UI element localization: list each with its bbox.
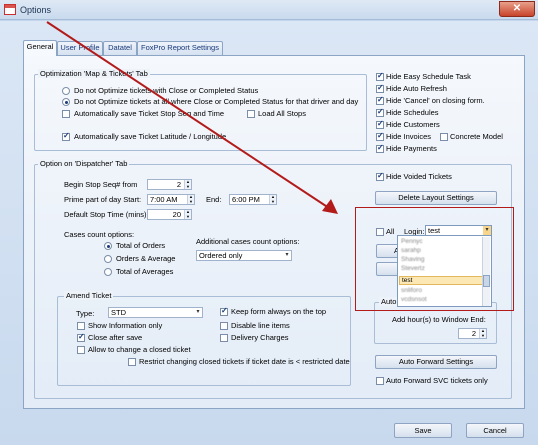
cases-radio-total-averages-label: Total of Averages [116,267,174,276]
cases-radio-total-orders[interactable] [104,242,112,250]
begin-stop-input[interactable]: 2 ▲ ▼ [147,179,192,190]
default-stop-input[interactable]: 20 ▲ ▼ [147,209,192,220]
keep-on-top-checkbox[interactable] [220,306,228,316]
prime-start-spinner[interactable]: ▲ ▼ [187,195,194,204]
additional-cases-select[interactable]: Ordered only ▾ [196,250,292,261]
cases-radio-orders-average-label: Orders & Average [116,254,176,263]
disable-line-items-checkbox[interactable] [220,322,228,330]
hide-easy-schedule-checkbox[interactable] [376,71,384,81]
cases-radio-orders-average[interactable] [104,255,112,263]
cases-count-label: Cases count options: [64,230,135,239]
default-stop-spinner[interactable]: ▲ ▼ [184,210,191,219]
hide-cancel-checkbox[interactable] [376,95,384,105]
hide-invoices-label: Hide Invoices [386,132,432,141]
load-all-stops-label: Load All Stops [258,109,306,118]
auto-save-stop-checkbox[interactable] [62,110,70,118]
hide-easy-schedule-label: Hide Easy Schedule Task [386,72,471,81]
annotation-highlight-box [355,207,514,311]
optimization-group-title: Optimization 'Map & Tickets' Tab [38,69,150,78]
optimize-radio-1[interactable] [62,87,70,95]
optimize-radio-1-label: Do not Optimize tickets with Close or Co… [74,86,259,95]
auto-save-stop-label: Automatically save Ticket Stop Seq and T… [74,109,225,118]
hide-schedules-label: Hide Schedules [386,108,439,117]
tab-general[interactable]: General [23,40,57,56]
allow-change-closed-checkbox[interactable] [77,346,85,354]
amend-type-label: Type: [76,309,95,318]
amend-type-value: STD [111,308,126,317]
add-hours-label: Add hour(s) to Window End: [392,315,486,324]
prime-start-input[interactable]: 7:00 AM ▲ ▼ [147,194,195,205]
window-title: Options [20,5,52,15]
cases-radio-total-averages[interactable] [104,268,112,276]
show-info-label: Show Information only [88,321,163,330]
title-bar: Options ✕ [0,0,538,20]
add-hours-spinner[interactable]: ▲ ▼ [479,329,486,338]
prime-end-label: End: [206,195,222,204]
additional-cases-label: Additional cases count options: [196,237,300,246]
close-button[interactable]: ✕ [499,1,535,17]
hide-voided-label: Hide Voided Tickets [386,172,452,181]
additional-cases-value: Ordered only [199,251,243,260]
optimize-radio-2-label: Do not Optimize tickets at all where Clo… [74,97,359,106]
dispatcher-group-title: Option on 'Dispatcher' Tab [38,159,130,168]
cancel-button[interactable]: Cancel [466,423,524,438]
delete-layout-button[interactable]: Delete Layout Settings [375,191,497,205]
amend-type-select[interactable]: STD ▾ [108,307,203,318]
default-stop-label: Default Stop Time (mins): [64,210,149,219]
disable-line-items-label: Disable line items [231,321,290,330]
chevron-down-icon: ▾ [196,309,200,315]
optimize-radio-2[interactable] [62,98,70,106]
add-hours-value: 2 [471,329,476,338]
tab-foxpro-report-settings[interactable]: FoxPro Report Settings [137,41,223,55]
allow-change-closed-label: Allow to change a closed ticket [88,345,191,354]
default-stop-value: 20 [172,210,181,219]
prime-start-label: Prime part of day Start: [64,195,142,204]
restrict-changing-label: Restrict changing closed tickets if tick… [139,357,350,366]
auto-forward-svc-label: Auto Forward SVC tickets only [386,376,488,385]
app-icon [4,4,16,15]
auto-forward-svc-checkbox[interactable] [376,377,384,385]
begin-stop-value: 2 [176,180,181,189]
hide-payments-checkbox[interactable] [376,143,384,153]
tab-user-profile[interactable]: User Profile [57,41,103,55]
prime-end-spinner[interactable]: ▲ ▼ [269,195,276,204]
load-all-stops-checkbox[interactable] [247,110,255,118]
concrete-model-checkbox[interactable] [440,133,448,141]
prime-end-value: 6:00 PM [232,195,260,204]
hide-schedules-checkbox[interactable] [376,107,384,117]
amend-ticket-title: Amend Ticket [64,291,114,300]
concrete-model-label: Concrete Model [450,132,503,141]
close-after-save-label: Close after save [88,333,143,342]
auto-save-latlong-label: Automatically save Ticket Latitude / Lon… [74,132,227,141]
tab-datatel[interactable]: Datatel [103,41,137,55]
save-button[interactable]: Save [394,423,452,438]
close-after-save-checkbox[interactable] [77,332,85,342]
delivery-charges-label: Delivery Charges [231,333,289,342]
begin-stop-spinner[interactable]: ▲ ▼ [184,180,191,189]
auto-save-latlong-checkbox[interactable] [62,131,70,141]
hide-customers-label: Hide Customers [386,120,440,129]
keep-on-top-label: Keep form always on the top [231,307,327,316]
add-hours-input[interactable]: 2 ▲ ▼ [458,328,487,339]
cases-radio-total-orders-label: Total of Orders [116,241,166,250]
auto-forward-settings-button[interactable]: Auto Forward Settings [375,355,497,369]
hide-payments-label: Hide Payments [386,144,437,153]
chevron-down-icon: ▾ [285,252,289,258]
prime-start-value: 7:00 AM [150,195,178,204]
hide-auto-refresh-label: Hide Auto Refresh [386,84,447,93]
hide-auto-refresh-checkbox[interactable] [376,83,384,93]
prime-end-input[interactable]: 6:00 PM ▲ ▼ [229,194,277,205]
hide-voided-checkbox[interactable] [376,171,384,181]
hide-cancel-label: Hide 'Cancel' on closing form. [386,96,485,105]
show-info-checkbox[interactable] [77,322,85,330]
delivery-charges-checkbox[interactable] [220,334,228,342]
restrict-changing-checkbox[interactable] [128,358,136,366]
begin-stop-label: Begin Stop Seq# from [64,180,138,189]
hide-customers-checkbox[interactable] [376,119,384,129]
hide-invoices-checkbox[interactable] [376,131,384,141]
